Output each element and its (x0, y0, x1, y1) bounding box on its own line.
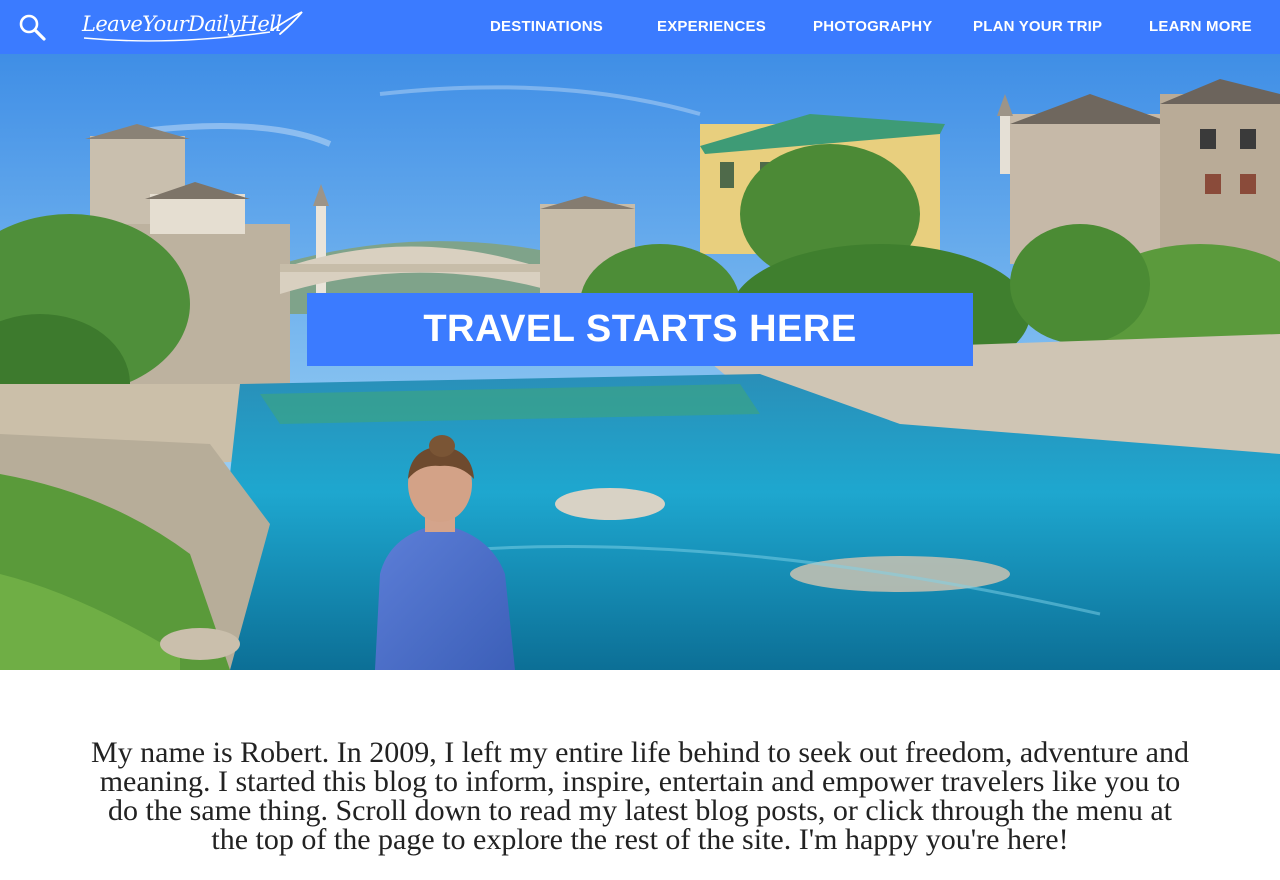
site-logo[interactable]: LeaveYourDailyHell (80, 8, 306, 44)
nav-photography[interactable]: PHOTOGRAPHY (813, 0, 932, 54)
hero-section: TRAVEL STARTS HERE (0, 54, 1280, 670)
search-icon (19, 14, 46, 41)
logo-swoosh-icon (83, 11, 303, 42)
nav-plan-your-trip[interactable]: PLAN YOUR TRIP (973, 0, 1102, 54)
intro-paragraph: My name is Robert. In 2009, I left my en… (90, 736, 1190, 856)
search-button[interactable] (17, 12, 47, 42)
nav-destinations[interactable]: DESTINATIONS (490, 0, 603, 54)
nav-learn-more[interactable]: LEARN MORE (1149, 0, 1252, 54)
nav-experiences[interactable]: EXPERIENCES (657, 0, 766, 54)
top-navigation-bar: LeaveYourDailyHell DESTINATIONS EXPERIEN… (0, 0, 1280, 54)
hero-banner-headline: TRAVEL STARTS HERE (307, 293, 973, 366)
